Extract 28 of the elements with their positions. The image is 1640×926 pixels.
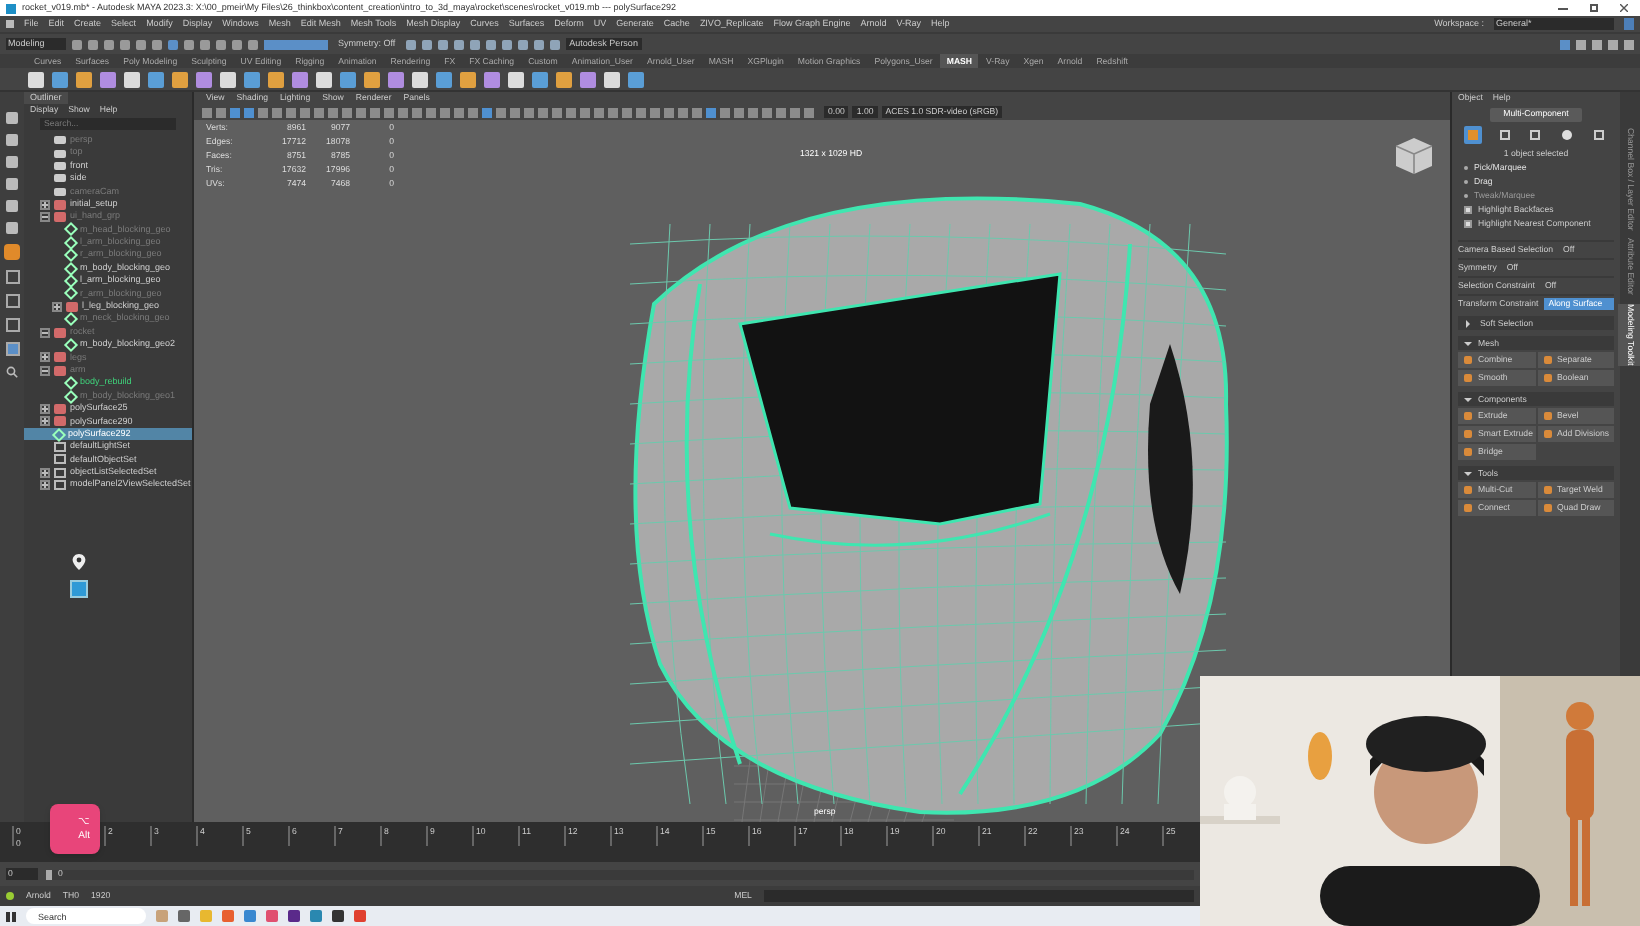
collapse-icon[interactable] — [40, 365, 50, 376]
checkbox[interactable] — [1464, 220, 1472, 229]
search-icon[interactable] — [6, 366, 18, 378]
expand-icon[interactable] — [40, 352, 50, 363]
transform-icon — [54, 327, 66, 338]
range-slider-handle[interactable] — [46, 869, 52, 879]
maximize-icon[interactable] — [1590, 4, 1598, 12]
expand-icon[interactable] — [40, 199, 50, 210]
node-icon — [70, 580, 88, 598]
component-mode-icon[interactable] — [1558, 126, 1577, 144]
component-mode-icon[interactable] — [1526, 126, 1545, 144]
start-icon[interactable] — [6, 911, 16, 921]
app-icon — [6, 3, 16, 13]
collapse-icon[interactable] — [40, 327, 50, 338]
component-mode-icon[interactable] — [1464, 126, 1483, 144]
name-field[interactable] — [264, 39, 328, 49]
expand-icon[interactable] — [52, 301, 62, 312]
map-pin-icon — [72, 554, 86, 570]
view-cube-icon[interactable] — [1394, 136, 1434, 176]
component-mode-icon[interactable] — [1495, 126, 1514, 144]
transform-icon — [66, 301, 78, 312]
minimize-icon[interactable] — [1558, 7, 1568, 9]
status-icon — [6, 892, 14, 900]
close-icon[interactable] — [1620, 4, 1628, 12]
collapse-icon[interactable] — [40, 212, 50, 223]
mesh-icon — [51, 427, 67, 442]
component-mode-icon[interactable] — [1589, 126, 1608, 144]
checkbox[interactable] — [1464, 206, 1472, 215]
